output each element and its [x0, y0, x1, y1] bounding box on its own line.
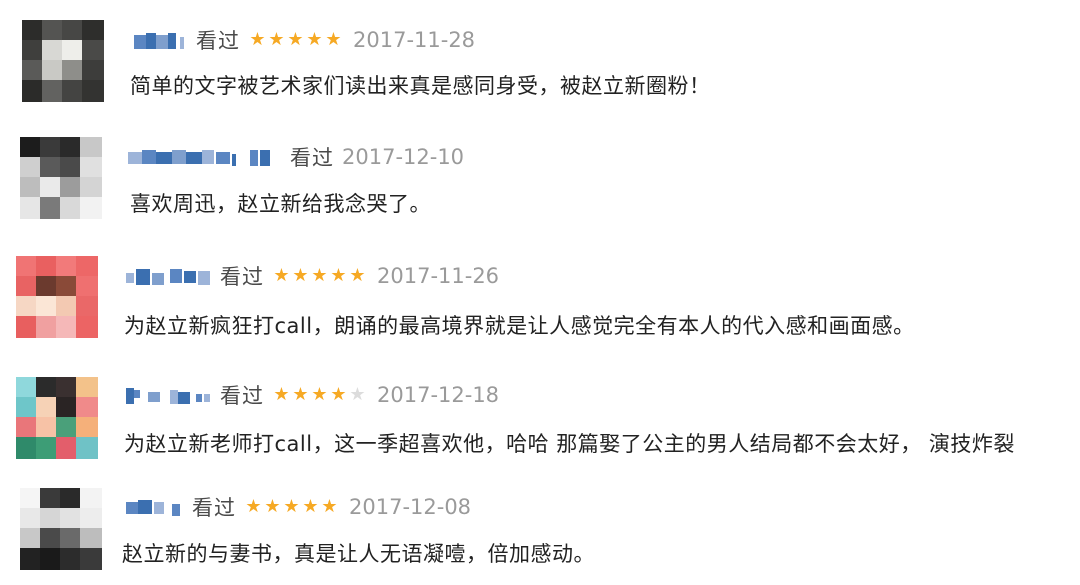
user-avatar[interactable]	[22, 20, 104, 102]
star-filled-icon: ★	[349, 265, 366, 286]
username-blurred[interactable]	[134, 29, 190, 51]
username-blurred[interactable]	[126, 265, 214, 287]
rating-stars: ★ ★ ★ ★ ★	[272, 386, 367, 404]
star-filled-icon: ★	[273, 384, 290, 405]
star-filled-icon: ★	[268, 29, 285, 50]
star-filled-icon: ★	[311, 265, 328, 286]
review-item: 看过 ★ ★ ★ ★ ★ 2017-12-08 赵立新的与妻书，真是让人无语凝噎，倍加感…	[0, 472, 1080, 582]
review-date: 2017-11-26	[377, 264, 500, 288]
star-filled-icon: ★	[292, 384, 309, 405]
watched-status: 看过	[290, 146, 334, 170]
user-avatar[interactable]	[20, 137, 102, 219]
star-filled-icon: ★	[302, 496, 319, 517]
review-text: 为赵立新疯狂打call，朗诵的最高境界就是让人感觉完全有本人的代入感和画面感。	[124, 314, 915, 338]
username-blurred[interactable]	[126, 384, 214, 406]
star-filled-icon: ★	[273, 265, 290, 286]
star-filled-icon: ★	[325, 29, 342, 50]
star-filled-icon: ★	[287, 29, 304, 50]
watched-status: 看过	[220, 384, 264, 408]
rating-stars: ★ ★ ★ ★ ★	[248, 31, 343, 49]
review-date: 2017-12-08	[349, 495, 472, 519]
review-item: 看过 ★ ★ ★ ★ ★ 2017-11-26 为赵立新疯狂打call，朗诵的最高境界就…	[0, 236, 1080, 346]
star-filled-icon: ★	[321, 496, 338, 517]
star-empty-icon: ★	[349, 384, 366, 405]
review-meta: 看过 ★ ★ ★ ★ ★ 2017-11-28	[134, 25, 475, 55]
review-meta: 看过 ★ ★ ★ ★ ★ 2017-12-18	[126, 380, 499, 410]
watched-status: 看过	[220, 265, 264, 289]
user-avatar[interactable]	[16, 256, 98, 338]
star-filled-icon: ★	[330, 265, 347, 286]
star-filled-icon: ★	[264, 496, 281, 517]
user-avatar[interactable]	[16, 377, 98, 459]
star-filled-icon: ★	[292, 265, 309, 286]
star-filled-icon: ★	[330, 384, 347, 405]
star-filled-icon: ★	[311, 384, 328, 405]
star-filled-icon: ★	[306, 29, 323, 50]
rating-stars: ★ ★ ★ ★ ★	[244, 498, 339, 516]
star-filled-icon: ★	[245, 496, 262, 517]
review-date: 2017-12-18	[377, 383, 500, 407]
watched-status: 看过	[192, 496, 236, 520]
review-text: 简单的文字被艺术家们读出来真是感同身受，被赵立新圈粉！	[130, 74, 711, 98]
star-filled-icon: ★	[283, 496, 300, 517]
review-text: 赵立新的与妻书，真是让人无语凝噎，倍加感动。	[122, 542, 595, 566]
star-filled-icon: ★	[249, 29, 266, 50]
review-meta: 看过 2017-12-10	[128, 142, 464, 172]
review-item: 看过 ★ ★ ★ ★ ★ 2017-11-28 简单的文字被艺术家们读出来真是感同身受，…	[0, 0, 1080, 110]
watched-status: 看过	[196, 29, 240, 53]
review-item: 看过 ★ ★ ★ ★ ★ 2017-12-18 为赵立新老师打call，这一季超喜欢他，…	[0, 355, 1080, 465]
username-blurred[interactable]	[128, 146, 284, 168]
review-item: 看过 2017-12-10 喜欢周迅，赵立新给我念哭了。	[0, 117, 1080, 227]
rating-stars: ★ ★ ★ ★ ★	[272, 267, 367, 285]
review-date: 2017-12-10	[342, 145, 465, 169]
username-blurred[interactable]	[126, 496, 186, 518]
user-avatar[interactable]	[20, 488, 102, 570]
review-date: 2017-11-28	[353, 28, 476, 52]
review-text: 为赵立新老师打call，这一季超喜欢他，哈哈 那篇娶了公主的男人结局都不会太好，…	[124, 432, 1015, 456]
review-meta: 看过 ★ ★ ★ ★ ★ 2017-12-08	[126, 492, 471, 522]
review-meta: 看过 ★ ★ ★ ★ ★ 2017-11-26	[126, 261, 499, 291]
review-text: 喜欢周迅，赵立新给我念哭了。	[130, 192, 431, 216]
